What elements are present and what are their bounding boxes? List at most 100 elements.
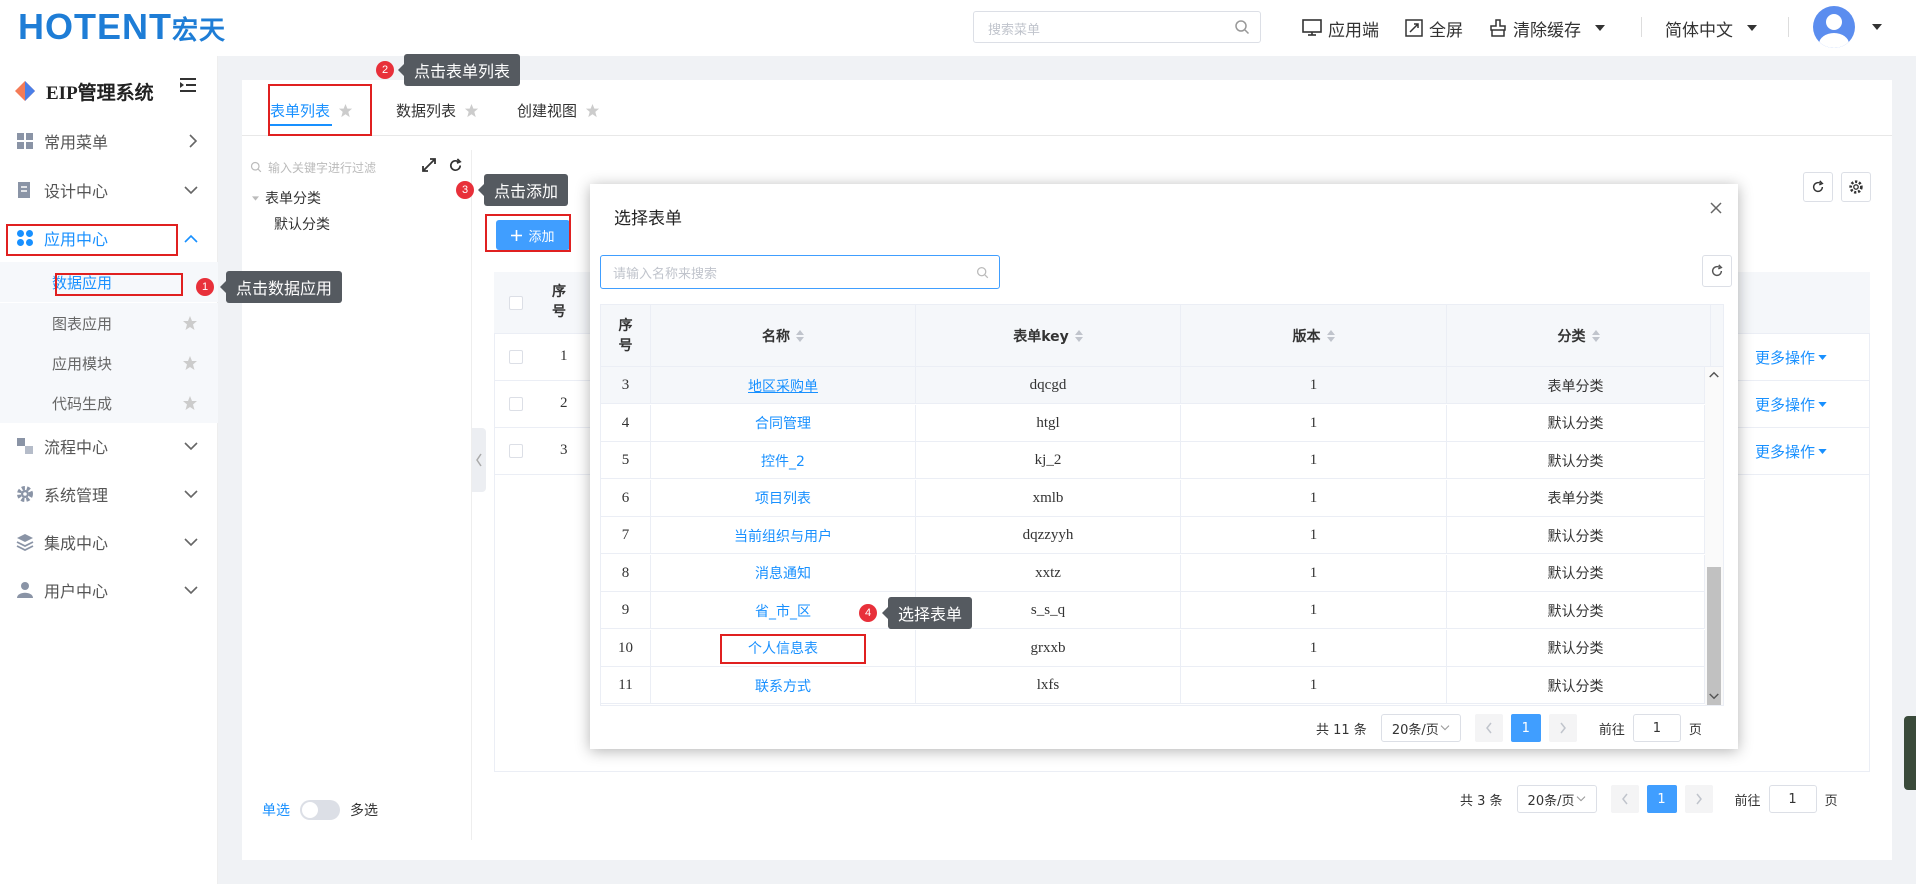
avatar[interactable] bbox=[1813, 6, 1855, 48]
form-name-link[interactable]: 合同管理 bbox=[651, 404, 916, 442]
form-version: 1 bbox=[1181, 479, 1447, 517]
table-row[interactable]: 5 控件_2 kj_2 1 默认分类 bbox=[601, 442, 1705, 479]
sort-icon bbox=[1074, 330, 1083, 342]
form-name-link[interactable]: 消息通知 bbox=[651, 554, 916, 592]
table-row[interactable]: 4 合同管理 htgl 1 默认分类 bbox=[601, 404, 1705, 442]
star-icon[interactable] bbox=[585, 103, 600, 118]
language-select[interactable]: 简体中文 bbox=[1665, 15, 1763, 41]
column-header-key[interactable]: 表单key bbox=[916, 305, 1181, 367]
more-ops-dropdown[interactable]: 更多操作 bbox=[1755, 347, 1827, 368]
sidebar-item-design[interactable]: 设计中心 bbox=[0, 170, 218, 210]
column-header-name[interactable]: 名称 bbox=[651, 305, 916, 367]
row-checkbox[interactable] bbox=[509, 444, 523, 458]
tree-node-default[interactable]: 默认分类 bbox=[274, 214, 330, 234]
page-size-select[interactable]: 20条/页 bbox=[1516, 785, 1597, 813]
chevron-down-icon bbox=[184, 586, 198, 595]
system-title: EIP管理系统 bbox=[14, 76, 154, 106]
star-icon[interactable] bbox=[464, 103, 479, 118]
list-settings-button[interactable] bbox=[1841, 172, 1871, 202]
caret-down-icon bbox=[1818, 449, 1827, 454]
select-all-checkbox[interactable] bbox=[509, 296, 523, 310]
form-name-link[interactable]: 项目列表 bbox=[651, 479, 916, 517]
dialog-refresh-button[interactable] bbox=[1702, 255, 1732, 287]
list-refresh-button[interactable] bbox=[1803, 172, 1833, 202]
sidebar-item-integration[interactable]: 集成中心 bbox=[0, 522, 218, 562]
flow-icon bbox=[16, 437, 34, 455]
scrollbar-thumb[interactable] bbox=[1707, 567, 1721, 705]
prev-page-button[interactable] bbox=[1474, 714, 1503, 742]
tree-filter-input[interactable]: 输入关键字进行过滤 bbox=[250, 156, 402, 178]
caret-down-icon[interactable] bbox=[1872, 24, 1882, 30]
sidebar-item-system[interactable]: 系统管理 bbox=[0, 474, 218, 514]
sort-icon bbox=[1591, 330, 1600, 342]
next-page-button[interactable] bbox=[1684, 785, 1713, 813]
star-icon[interactable] bbox=[182, 315, 198, 331]
form-key: dqzzyyh bbox=[916, 517, 1181, 554]
sidebar-item-flow[interactable]: 流程中心 bbox=[0, 426, 218, 466]
form-name-link[interactable]: 地区采购单 bbox=[651, 367, 916, 404]
goto-page-input[interactable]: 1 bbox=[1768, 785, 1817, 813]
selection-mode-switch[interactable] bbox=[300, 800, 340, 820]
column-header-category[interactable]: 分类 bbox=[1447, 305, 1711, 367]
table-row[interactable]: 8 消息通知 xxtz 1 默认分类 bbox=[601, 554, 1705, 592]
panel-collapse-handle[interactable] bbox=[472, 428, 486, 492]
more-ops-dropdown[interactable]: 更多操作 bbox=[1755, 441, 1827, 462]
column-header-version[interactable]: 版本 bbox=[1181, 305, 1447, 367]
star-icon[interactable] bbox=[182, 355, 198, 371]
app-client-button[interactable]: 应用端 bbox=[1302, 15, 1379, 41]
tab-create-view[interactable]: 创建视图 bbox=[517, 100, 600, 121]
gear-icon bbox=[1848, 179, 1864, 195]
menu-fold-icon[interactable] bbox=[180, 78, 196, 92]
step-tooltip: 选择表单 bbox=[881, 597, 973, 629]
form-category: 默认分类 bbox=[1447, 592, 1705, 629]
dialog-pagination: 共 11 条 20条/页 1 前往 1 页 bbox=[1316, 714, 1702, 742]
sidebar-subitem-app-module[interactable]: 应用模块 bbox=[0, 343, 218, 383]
table-row[interactable]: 9 省_市_区 s_s_q 1 默认分类 bbox=[601, 592, 1705, 629]
table-row[interactable]: 7 当前组织与用户 dqzzyyh 1 默认分类 bbox=[601, 517, 1705, 554]
table-row[interactable]: 6 项目列表 xmlb 1 表单分类 bbox=[601, 479, 1705, 517]
sidebar-subitem-codegen[interactable]: 代码生成 bbox=[0, 383, 218, 423]
layers-icon bbox=[16, 533, 34, 551]
row-index: 6 bbox=[601, 479, 651, 517]
logo-diamond-icon bbox=[14, 80, 36, 102]
side-widget[interactable] bbox=[1904, 716, 1916, 790]
refresh-icon bbox=[1811, 180, 1825, 194]
sidebar-item-user[interactable]: 用户中心 bbox=[0, 570, 218, 610]
clear-cache-button[interactable]: 清除缓存 bbox=[1489, 15, 1611, 41]
tab-data-list[interactable]: 数据列表 bbox=[396, 100, 479, 121]
page-number[interactable]: 1 bbox=[1646, 785, 1677, 813]
menu-search-input[interactable]: 搜索菜单 bbox=[973, 11, 1261, 43]
row-checkbox[interactable] bbox=[509, 350, 523, 364]
form-name-link[interactable]: 联系方式 bbox=[651, 667, 916, 704]
caret-down-icon bbox=[1818, 355, 1827, 360]
tree-node-root[interactable]: 表单分类 bbox=[252, 188, 321, 208]
annotation-highlight-add bbox=[485, 214, 571, 252]
form-name-link[interactable]: 当前组织与用户 bbox=[651, 517, 916, 554]
prev-page-button[interactable] bbox=[1610, 785, 1639, 813]
goto-page-input[interactable]: 1 bbox=[1632, 714, 1681, 742]
annotation-highlight-tab bbox=[268, 84, 372, 136]
fullscreen-button[interactable]: 全屏 bbox=[1405, 15, 1463, 41]
step-tooltip: 点击添加 bbox=[477, 174, 569, 206]
more-ops-dropdown[interactable]: 更多操作 bbox=[1755, 394, 1827, 415]
form-search-input[interactable]: 请输入名称来搜索 bbox=[600, 255, 1000, 289]
page-number[interactable]: 1 bbox=[1510, 714, 1541, 742]
scroll-up-icon[interactable] bbox=[1709, 371, 1719, 378]
close-icon[interactable] bbox=[1710, 202, 1722, 214]
sidebar-subitem-chart-app[interactable]: 图表应用 bbox=[0, 303, 218, 343]
chevron-up-icon bbox=[184, 234, 198, 243]
tab-bar: 表单列表 数据列表 创建视图 bbox=[242, 80, 1892, 136]
form-name-link[interactable]: 控件_2 bbox=[651, 442, 916, 479]
scroll-down-icon[interactable] bbox=[1709, 693, 1719, 700]
page-size-select[interactable]: 20条/页 bbox=[1380, 714, 1461, 742]
table-row[interactable]: 3 地区采购单 dqcgd 1 表单分类 bbox=[601, 367, 1705, 404]
form-category: 默认分类 bbox=[1447, 667, 1705, 704]
search-icon bbox=[250, 161, 262, 173]
refresh-icon[interactable] bbox=[448, 158, 463, 173]
star-icon[interactable] bbox=[182, 395, 198, 411]
next-page-button[interactable] bbox=[1548, 714, 1577, 742]
sidebar-item-favorites[interactable]: 常用菜单 bbox=[0, 121, 218, 161]
row-checkbox[interactable] bbox=[509, 397, 523, 411]
expand-all-icon[interactable] bbox=[422, 158, 436, 172]
table-row[interactable]: 11 联系方式 lxfs 1 默认分类 bbox=[601, 667, 1705, 704]
